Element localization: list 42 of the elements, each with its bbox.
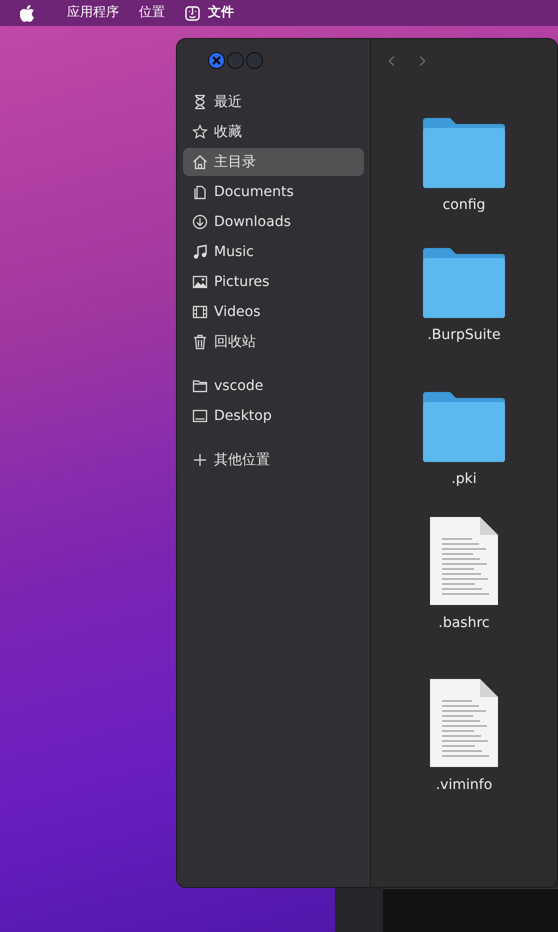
file-item[interactable]: .BurpSuite xyxy=(371,227,557,371)
file-item[interactable]: .pki xyxy=(371,371,557,515)
folder-icon xyxy=(192,378,208,394)
sidebar-item[interactable]: Documents xyxy=(183,178,364,206)
sidebar-item[interactable]: 回收站 xyxy=(183,328,364,356)
maximize-button[interactable] xyxy=(246,52,263,68)
sidebar-item[interactable]: Downloads xyxy=(183,208,364,236)
folder-icon xyxy=(421,117,507,189)
sidebar-item[interactable]: Videos xyxy=(183,298,364,326)
close-icon xyxy=(212,56,221,64)
music-icon xyxy=(192,244,208,260)
sidebar-item[interactable]: 其他位置 xyxy=(183,446,364,474)
sidebar-item[interactable]: Music xyxy=(183,238,364,266)
sidebar-item[interactable]: 主目录 xyxy=(183,148,364,176)
menu-item[interactable]: 应用程序 xyxy=(67,3,119,23)
folder-icon xyxy=(421,247,507,319)
recent-icon xyxy=(192,94,208,110)
sidebar-item[interactable]: vscode xyxy=(183,372,364,400)
videos-icon xyxy=(192,304,208,320)
file-item[interactable]: config xyxy=(371,83,557,227)
plus-icon xyxy=(192,452,208,468)
pictures-icon xyxy=(192,274,208,290)
star-icon xyxy=(192,124,208,140)
downloads-icon xyxy=(192,214,208,230)
text-document-icon xyxy=(428,677,500,769)
file-item[interactable]: .viminfo xyxy=(371,677,557,827)
sidebar-item[interactable]: 收藏 xyxy=(183,118,364,146)
apple-logo-icon[interactable] xyxy=(20,4,35,22)
file-item[interactable]: .bashrc xyxy=(371,515,557,677)
sidebar-item[interactable]: Pictures xyxy=(183,268,364,296)
finder-face-icon xyxy=(185,6,200,20)
text-document-icon xyxy=(428,515,500,607)
close-button[interactable] xyxy=(208,52,225,68)
home-icon xyxy=(192,154,208,170)
sidebar-item[interactable]: 最近 xyxy=(183,88,364,116)
menu-item[interactable]: 位置 xyxy=(139,3,165,23)
desktop-icon xyxy=(192,408,208,424)
folder-icon xyxy=(421,391,507,463)
app-menu[interactable]: 文件 xyxy=(185,3,234,23)
documents-icon xyxy=(192,184,208,200)
trash-icon xyxy=(192,334,208,350)
sidebar-item[interactable]: Desktop xyxy=(183,402,364,430)
